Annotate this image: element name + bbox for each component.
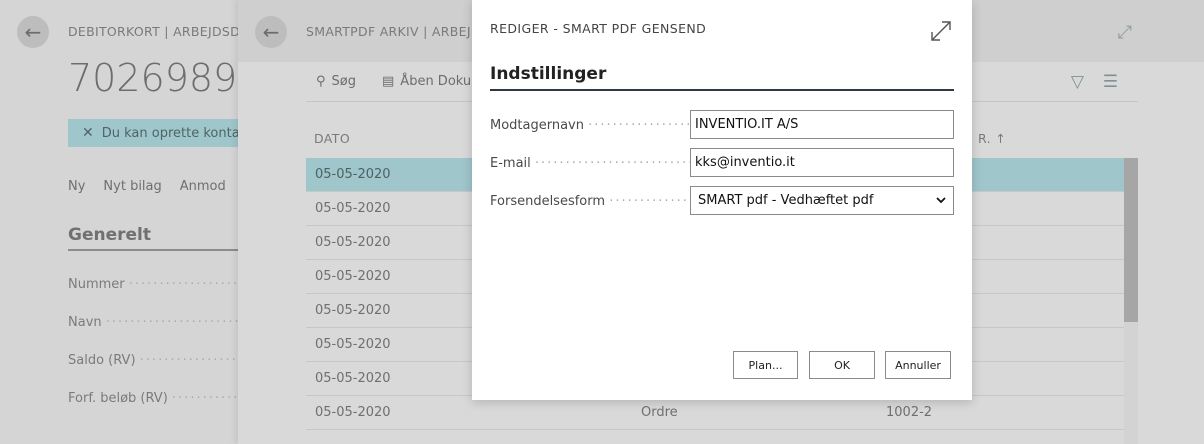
- section-divider: [490, 89, 954, 91]
- notification-text: Du kan oprette konta: [101, 125, 240, 141]
- open-document-button[interactable]: ▤ Åben Doku: [382, 74, 471, 89]
- plan-button[interactable]: Plan...: [733, 351, 798, 379]
- column-header-number[interactable]: R. ↑: [978, 131, 1006, 146]
- field-label-balance: Saldo (RV) ·····························…: [68, 353, 248, 368]
- table-row[interactable]: 05-05-2020 Ordre 1002-2: [306, 396, 1124, 430]
- edit-dialog: REDIGER - SMART PDF GENSEND Indstillinge…: [472, 0, 972, 400]
- search-button[interactable]: ⚲ Søg: [316, 74, 356, 89]
- close-icon[interactable]: ✕: [82, 125, 94, 141]
- dialog-title: REDIGER - SMART PDF GENSEND: [490, 21, 707, 36]
- chevron-down-icon: [936, 197, 946, 204]
- back-arrow-icon[interactable]: ←: [17, 16, 49, 48]
- action-bar: Ny Nyt bilag Anmod: [68, 179, 226, 194]
- ok-button[interactable]: OK: [809, 351, 875, 379]
- email-label: E-mail ·································…: [490, 156, 690, 171]
- field-label-name: Navn ···································…: [68, 315, 248, 330]
- section-divider: [68, 249, 248, 251]
- list-view-icon[interactable]: ☰: [1103, 72, 1118, 92]
- recipient-input[interactable]: [690, 110, 954, 139]
- notification-bar: ✕ Du kan oprette konta: [68, 119, 248, 147]
- expand-icon[interactable]: ⤢: [1118, 22, 1132, 43]
- action-new-document[interactable]: Nyt bilag: [103, 179, 161, 194]
- action-request[interactable]: Anmod: [180, 179, 226, 194]
- email-input[interactable]: [690, 148, 954, 177]
- column-header-date[interactable]: DATO: [314, 131, 350, 146]
- field-label-due-amount: Forf. beløb (RV) ·······················…: [68, 391, 248, 406]
- search-icon: ⚲: [316, 74, 326, 89]
- delivery-method-select[interactable]: SMART pdf - Vedhæftet pdf: [690, 186, 954, 215]
- section-title[interactable]: Generelt: [68, 225, 151, 245]
- recipient-label: Modtagernavn ···························…: [490, 118, 690, 133]
- breadcrumb: DEBITORKORT | ARBEJDSD: [68, 24, 241, 39]
- delivery-method-value: SMART pdf - Vedhæftet pdf: [698, 193, 874, 208]
- delivery-method-label: Forsendelsesform ·······················…: [490, 194, 690, 209]
- document-icon: ▤: [382, 74, 395, 89]
- back-arrow-icon[interactable]: ←: [255, 16, 287, 48]
- scrollbar-thumb[interactable]: [1124, 158, 1138, 322]
- action-new[interactable]: Ny: [68, 179, 85, 194]
- expand-icon[interactable]: [928, 18, 954, 44]
- breadcrumb: SMARTPDF ARKIV | ARBEJ: [306, 24, 471, 39]
- cancel-button[interactable]: Annuller: [885, 351, 951, 379]
- filter-icon[interactable]: ▽: [1071, 72, 1084, 92]
- page-title: 70269892: [68, 56, 262, 100]
- search-label: Søg: [331, 74, 356, 89]
- open-document-label: Åben Doku: [400, 74, 472, 89]
- field-label-number: Nummer ·································…: [68, 277, 248, 292]
- section-title[interactable]: Indstillinger: [490, 64, 606, 84]
